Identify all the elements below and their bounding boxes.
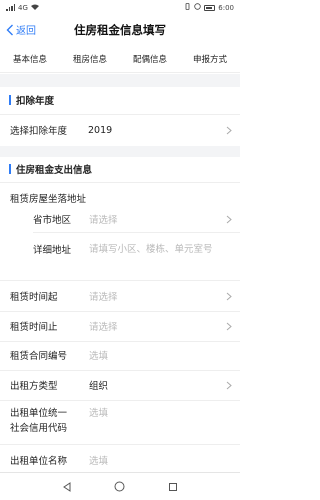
detail-address-input[interactable]: 请填写小区、楼栋、单元室号 (89, 242, 235, 257)
deduct-year-value: 2019 (88, 124, 113, 136)
divider (0, 370, 240, 371)
status-right: 6:00 (184, 3, 234, 12)
address-heading-row: 租赁房屋坐落地址 (0, 190, 240, 206)
section-title: 扣除年度 (16, 96, 55, 107)
chevron-right-icon (226, 381, 232, 389)
system-navigation-bar (0, 472, 240, 500)
credit-code-input[interactable]: 选填 (89, 406, 108, 421)
alarm-icon (194, 3, 201, 12)
page-title: 住房租金信息填写 (74, 23, 166, 37)
back-button[interactable]: 返回 (6, 22, 36, 37)
divider (0, 182, 240, 183)
divider (0, 341, 240, 342)
recents-square-icon[interactable] (166, 480, 180, 494)
lessor-name-label: 出租单位名称 (10, 456, 68, 467)
rent-start-row[interactable]: 租赁时间起 请选择 (0, 286, 240, 306)
tab-basic-info[interactable]: 基本信息 (11, 53, 49, 65)
section-header-rent-info: 住房租金支出信息 (0, 158, 240, 180)
signal-icon (6, 4, 15, 11)
status-time: 6:00 (218, 3, 234, 12)
address-label: 租赁房屋坐落地址 (10, 194, 87, 205)
divider (0, 280, 240, 281)
contract-no-label: 租赁合同编号 (10, 351, 68, 362)
tab-declare-method[interactable]: 申报方式 (191, 53, 229, 65)
section-title: 住房租金支出信息 (16, 165, 93, 176)
back-label: 返回 (16, 26, 36, 37)
divider (33, 232, 240, 233)
lessor-type-row[interactable]: 出租方类型 组织 (0, 375, 240, 395)
divider (0, 114, 240, 115)
navigation-bar: 返回 住房租金信息填写 (0, 15, 240, 45)
rent-start-select[interactable]: 请选择 (89, 289, 118, 303)
network-label: 4G (18, 3, 28, 12)
deduct-year-label: 选择扣除年度 (10, 126, 68, 137)
tab-rent-info[interactable]: 租房信息 (71, 53, 109, 65)
deduct-year-row[interactable]: 选择扣除年度 2019 (0, 117, 240, 143)
battery-icon (204, 4, 216, 11)
lessor-name-row[interactable]: 出租单位名称 选填 (0, 450, 240, 470)
status-bar: 4G 6:00 (0, 0, 240, 15)
divider (0, 444, 240, 445)
province-row[interactable]: 省市地区 请选择 (0, 210, 240, 228)
rent-end-select[interactable]: 请选择 (89, 319, 118, 333)
chevron-right-icon (226, 215, 232, 223)
chevron-right-icon (226, 292, 232, 300)
chevron-left-icon (6, 24, 13, 35)
divider (0, 311, 240, 312)
wifi-icon (30, 4, 39, 12)
home-circle-icon[interactable] (113, 480, 127, 494)
lessor-name-input[interactable]: 选填 (89, 453, 108, 467)
status-left: 4G (6, 4, 39, 12)
province-select[interactable]: 请选择 (89, 212, 118, 226)
detail-address-row[interactable]: 详细地址 请填写小区、楼栋、单元室号 (0, 240, 240, 274)
chevron-right-icon (226, 126, 232, 134)
credit-code-label: 出租单位统一 社会信用代码 (10, 406, 67, 436)
lessor-type-value: 组织 (89, 381, 109, 392)
province-label: 省市地区 (33, 215, 72, 226)
credit-code-row[interactable]: 出租单位统一 社会信用代码 选填 (0, 406, 240, 440)
section-marker (9, 164, 11, 174)
chevron-right-icon (226, 322, 232, 330)
divider (0, 400, 240, 401)
detail-address-label: 详细地址 (33, 245, 72, 256)
credit-code-label-line2: 社会信用代码 (10, 423, 68, 434)
lessor-type-label: 出租方类型 (10, 381, 58, 392)
section-header-deduct-year: 扣除年度 (0, 89, 240, 111)
rent-start-label: 租赁时间起 (10, 292, 58, 303)
tab-spouse-info[interactable]: 配偶信息 (131, 53, 169, 65)
section-marker (9, 95, 11, 105)
section-gap (0, 146, 240, 157)
back-triangle-icon[interactable] (60, 480, 74, 494)
contract-no-input[interactable]: 选填 (89, 348, 108, 362)
rent-end-row[interactable]: 租赁时间止 请选择 (0, 316, 240, 336)
vibrate-icon (184, 3, 191, 12)
step-tabs: 基本信息 租房信息 配偶信息 申报方式 (0, 45, 240, 73)
section-gap (0, 74, 240, 87)
rent-end-label: 租赁时间止 (10, 322, 58, 333)
credit-code-label-line1: 出租单位统一 (10, 408, 68, 419)
contract-no-row[interactable]: 租赁合同编号 选填 (0, 345, 240, 365)
